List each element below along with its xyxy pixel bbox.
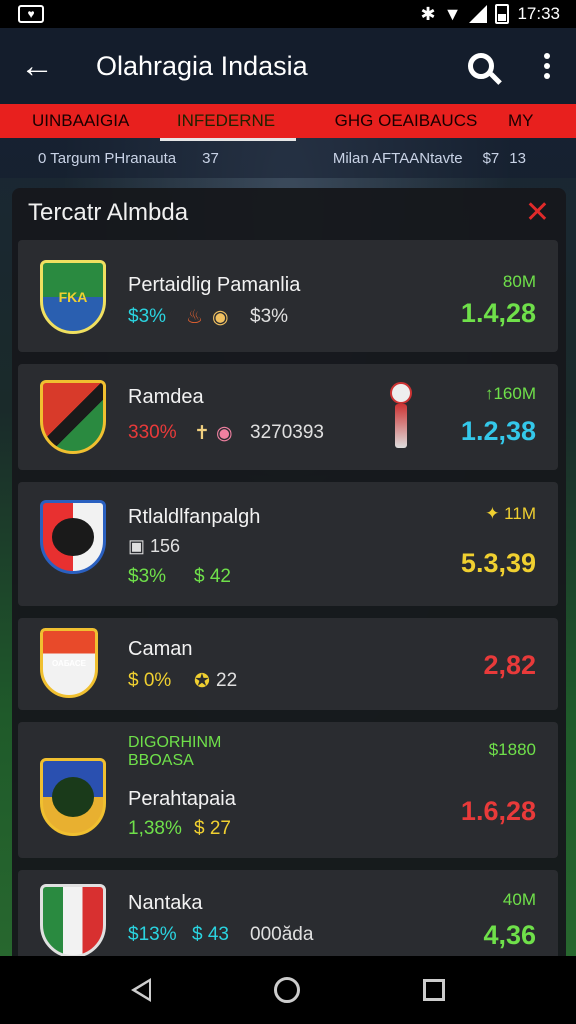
team-crest-icon: ОАБАСЕ (40, 628, 98, 698)
team-name: Nantaka (128, 892, 203, 914)
team-value: 1.6,28 (460, 796, 536, 826)
team-value: 2,82 (483, 650, 536, 680)
team-card[interactable]: DIGORHINM BBOASA Perahtapaia 1,38% $ 27 … (18, 722, 558, 858)
status-time: 17:33 (517, 4, 560, 23)
team-stat-3: 000ăda (250, 924, 314, 945)
ticker-right-value-2: 13 (509, 149, 526, 167)
team-stat-2: $3% (250, 306, 289, 327)
team-stat-2: 22 (216, 670, 238, 691)
nav-recents-icon[interactable] (422, 979, 445, 1001)
signal-icon (469, 5, 488, 23)
badge-icon: ◉ (216, 423, 233, 444)
team-card[interactable]: Nantaka $13% $ 43 000ăda 40M 4,36 (18, 870, 558, 968)
team-card[interactable]: ОАБАСЕ Caman $ 0% ✪ 22 2,82 (18, 618, 558, 710)
team-value-top: ↑160M (484, 384, 536, 403)
team-stat-2: 3270393 (250, 422, 324, 443)
team-card[interactable]: FKA Pertaidlig Pamanlia $3% ♨ ◉ $3% 80M … (18, 240, 558, 352)
tab-3[interactable]: GHG OEAIBAUCS (326, 104, 486, 138)
team-value: 1.4,28 (460, 298, 536, 328)
team-stat-1: $3% (128, 566, 167, 587)
team-name: Perahtapaia (128, 788, 236, 810)
team-value: 1.2,38 (460, 416, 536, 446)
team-stat-1: 330% (128, 422, 177, 443)
team-value-top: ✦ 11M (485, 504, 536, 523)
page-title: Olahragia Indasia (96, 50, 308, 81)
team-name: Ramdea (128, 386, 204, 408)
team-card[interactable]: Rtlaldlfanpalgh ▣ 156 $3% $ 42 ✦ 11M 5.3… (18, 482, 558, 606)
team-stat-2: $ 27 (194, 818, 231, 839)
team-stat-2: $ 43 (192, 924, 229, 945)
search-icon[interactable] (468, 53, 494, 79)
team-name: Caman (128, 638, 193, 660)
nav-home-icon[interactable] (273, 977, 300, 1003)
tab-4[interactable]: MY (508, 104, 534, 138)
team-name: Rtlaldlfanpalgh (128, 506, 261, 528)
tab-1[interactable]: UINBAAIGIA (0, 104, 160, 138)
status-bar: ♥ ✱ ▼ 17:33 (0, 0, 576, 28)
team-value-top: $1880 (488, 740, 536, 759)
wifi-icon: ▼ (443, 3, 462, 24)
team-stat-1: $ 0% (128, 670, 172, 691)
ticker-left-value: 37 (202, 149, 219, 167)
battery-icon (495, 4, 510, 24)
panel-header: Tercatr Almbda ✕ (12, 188, 566, 238)
team-stat-1: $13% (128, 924, 177, 945)
panel-title: Tercatr Almbda (28, 199, 189, 226)
close-icon[interactable]: ✕ (525, 198, 550, 228)
team-label-top: DIGORHINM (128, 734, 222, 751)
nav-back-icon[interactable] (131, 978, 152, 1002)
team-stat-2: $ 42 (194, 566, 231, 587)
team-label-top-2: BBOASA (128, 752, 194, 769)
team-crest-icon (40, 500, 106, 574)
team-stat-1: $3% (128, 306, 167, 327)
team-name: Pertaidlig Pamanlia (128, 274, 301, 296)
score-ticker[interactable]: 0 Targum PHranauta 37 Milan AFTAANtavte … (0, 138, 576, 178)
team-panel: Tercatr Almbda ✕ FKA Pertaidlig Pamanlia… (12, 188, 566, 968)
app-bar: ← Olahragia Indasia (0, 28, 576, 104)
flame-icon: ♨ (186, 307, 204, 328)
notification-icon: ♥ (18, 5, 44, 23)
team-sub-stat: ▣ 156 (128, 536, 181, 556)
coin-icon: ✪ (194, 671, 210, 692)
team-crest-icon: FKA (40, 260, 106, 334)
team-value-top: 40M (502, 890, 536, 909)
team-crest-icon (40, 884, 106, 958)
team-value: 5.3,39 (460, 548, 536, 578)
team-card[interactable]: Ramdea 330% ✝ ◉ 3270393 ↑160M 1.2,38 (18, 364, 558, 470)
ticker-right-name: Milan AFTAANtavte (332, 149, 463, 167)
coin-icon: ◉ (212, 307, 229, 328)
back-arrow-icon[interactable]: ← (20, 49, 64, 83)
team-value-top: 80M (502, 272, 536, 291)
bluetooth-icon: ✱ (420, 3, 436, 24)
team-stat-1: 1,38% (128, 818, 182, 839)
tab-bar: UINBAAIGIA INFEDERNE GHG OEAIBAUCS MY (0, 104, 576, 141)
team-value: 4,36 (483, 920, 536, 950)
cross-icon: ✝ (194, 423, 210, 444)
player-icon (390, 382, 412, 452)
more-options-icon[interactable] (538, 53, 556, 79)
team-crest-icon (40, 758, 106, 836)
ticker-left-name: 0 Targum PHranauta (38, 149, 177, 167)
tab-2[interactable]: INFEDERNE (160, 104, 296, 141)
ticker-right-value: $7 (482, 149, 500, 167)
system-nav-bar (0, 956, 576, 1024)
team-crest-icon (40, 380, 106, 454)
